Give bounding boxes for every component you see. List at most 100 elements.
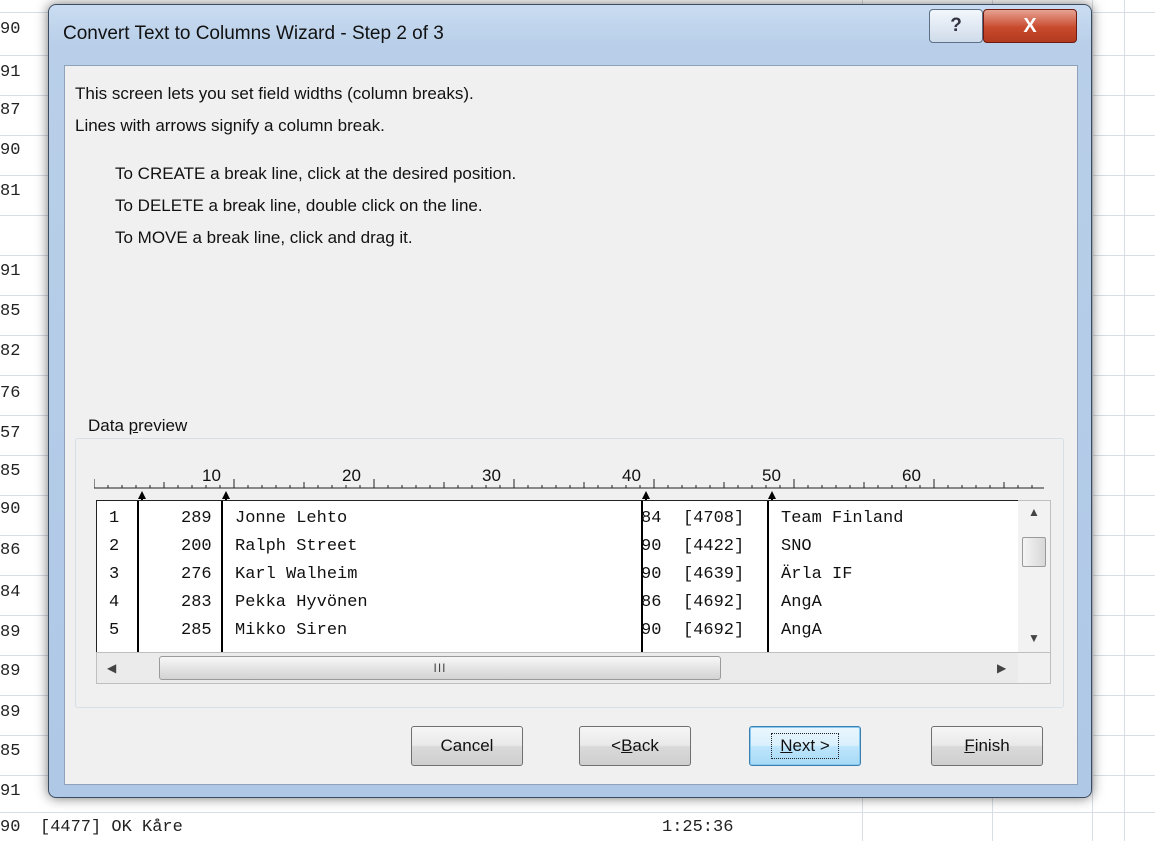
ruler-ticks: [94, 479, 1033, 488]
ruler-label-20: 20: [342, 466, 361, 485]
data-preview-label: Data preview: [85, 416, 191, 436]
club-cell: AngA: [781, 593, 822, 612]
name-cell: Mikko Siren: [235, 621, 348, 640]
row-fragment: 85: [0, 462, 21, 481]
row-fragment: 90: [0, 141, 21, 160]
focus-rectangle: Next >: [771, 733, 839, 759]
row-fragment: 89: [0, 662, 21, 681]
club-id-cell: [4692]: [683, 621, 745, 640]
ruler-label-50: 50: [762, 466, 781, 485]
bib-cell: 276: [181, 565, 212, 584]
scroll-right-icon[interactable]: ▶: [997, 661, 1006, 675]
ruler-label-30: 30: [482, 466, 501, 485]
club-id-cell: [4692]: [683, 593, 745, 612]
ruler-labels: 10 20 30 40 50 60: [202, 466, 921, 485]
row-number: 3: [109, 565, 120, 584]
row-fragment: 91: [0, 262, 21, 281]
name-cell: Jonne Lehto: [235, 509, 348, 528]
vertical-scrollbar[interactable]: ▲ ▼: [1018, 500, 1051, 653]
back-button[interactable]: < Back: [579, 726, 691, 766]
grid-line: [1092, 0, 1093, 841]
accelerator-key: N: [780, 736, 793, 755]
intro-line-2: Lines with arrows signify a column break…: [75, 116, 385, 135]
name-cell: Ralph Street: [235, 537, 358, 556]
dialog-title: Convert Text to Columns Wizard - Step 2 …: [63, 23, 444, 44]
bib-cell: 283: [181, 593, 212, 612]
row-fragment: 84: [0, 583, 21, 602]
button-label: ext >: [792, 736, 830, 755]
instruction-move: To MOVE a break line, click and drag it.: [115, 228, 413, 247]
column-break-line[interactable]: [767, 501, 769, 652]
row-number: 5: [109, 621, 120, 640]
scroll-up-icon[interactable]: ▲: [1028, 505, 1040, 519]
horizontal-scrollbar[interactable]: ◀ III ▶: [96, 652, 1020, 684]
club-cell: AngA: [781, 621, 822, 640]
ruler-label-60: 60: [902, 466, 921, 485]
row-number: 4: [109, 593, 120, 612]
club-cell: Team Finland: [781, 509, 904, 528]
preview-row: 2 200 Ralph Street 90 [4422] SNO: [97, 537, 812, 565]
finish-button[interactable]: Finish: [931, 726, 1043, 766]
year-cell: 90: [641, 537, 662, 556]
data-preview-pane[interactable]: 1 289 Jonne Lehto 84 [4708] Team Finland…: [96, 500, 1020, 653]
close-button[interactable]: X: [983, 9, 1077, 43]
row-fragment: 85: [0, 742, 21, 761]
preview-row: 5 285 Mikko Siren 90 [4692] AngA: [97, 621, 822, 649]
club-id-cell: [4422]: [683, 537, 745, 556]
row-fragment: 90: [0, 500, 21, 519]
button-label: <: [611, 736, 622, 755]
row-fragment: 90: [0, 818, 21, 837]
instruction-create: To CREATE a break line, click at the des…: [115, 164, 517, 183]
label-text: Data: [88, 416, 129, 435]
row-fragment: 76: [0, 384, 21, 403]
club-cell: Ärla IF: [781, 565, 853, 584]
title-bar[interactable]: Convert Text to Columns Wizard - Step 2 …: [49, 5, 1091, 61]
column-break-line[interactable]: [221, 501, 223, 652]
horizontal-scroll-thumb[interactable]: III: [159, 656, 721, 680]
year-cell: 90: [641, 565, 662, 584]
accelerator-key: B: [621, 736, 633, 755]
year-cell: 84: [641, 509, 662, 528]
accelerator-key: p: [128, 416, 139, 435]
year-cell: 86: [641, 593, 662, 612]
ruler-label-40: 40: [622, 466, 641, 485]
row-fragment: 81: [0, 182, 21, 201]
convert-text-wizard-dialog: Convert Text to Columns Wizard - Step 2 …: [48, 4, 1092, 798]
row-fragment: 91: [0, 782, 21, 801]
cancel-button[interactable]: Cancel: [411, 726, 523, 766]
bib-cell: 200: [181, 537, 212, 556]
help-button[interactable]: ?: [929, 9, 983, 43]
preview-row: 3 276 Karl Walheim 90 [4639] Ärla IF: [97, 565, 852, 593]
name-cell: Karl Walheim: [235, 565, 358, 584]
next-button[interactable]: Next >: [749, 726, 861, 766]
row-fragment: 57: [0, 424, 21, 443]
scroll-down-icon[interactable]: ▼: [1028, 631, 1040, 645]
scrollbar-corner: [1018, 652, 1051, 684]
year-cell: 90: [641, 621, 662, 640]
close-icon: X: [1023, 14, 1037, 37]
button-label: ack: [632, 736, 659, 755]
row-fragment: 89: [0, 623, 21, 642]
label-text: review: [138, 416, 188, 435]
vertical-scroll-thumb[interactable]: [1022, 537, 1046, 567]
grid-line: [1124, 0, 1125, 841]
row-fragment: 85: [0, 302, 21, 321]
instruction-delete: To DELETE a break line, double click on …: [115, 196, 483, 215]
team-cell: [4477] OK Kåre: [40, 818, 183, 837]
club-id-cell: [4639]: [683, 565, 745, 584]
grid-line: [0, 812, 1155, 813]
name-cell: Pekka Hyvönen: [235, 593, 368, 612]
intro-line-1: This screen lets you set field widths (c…: [75, 84, 474, 103]
time-cell: 1:25:36: [662, 818, 734, 837]
help-icon: ?: [950, 15, 962, 36]
scroll-left-icon[interactable]: ◀: [107, 661, 116, 675]
row-fragment: 82: [0, 342, 21, 361]
row-number: 1: [109, 509, 120, 528]
preview-row: 4 283 Pekka Hyvönen 86 [4692] AngA: [97, 593, 822, 621]
row-number: 2: [109, 537, 120, 556]
row-fragment: 87: [0, 101, 21, 120]
row-fragment: 90: [0, 20, 21, 39]
grip-icon: III: [433, 661, 447, 675]
ruler-label-10: 10: [202, 466, 221, 485]
club-id-cell: [4708]: [683, 509, 745, 528]
